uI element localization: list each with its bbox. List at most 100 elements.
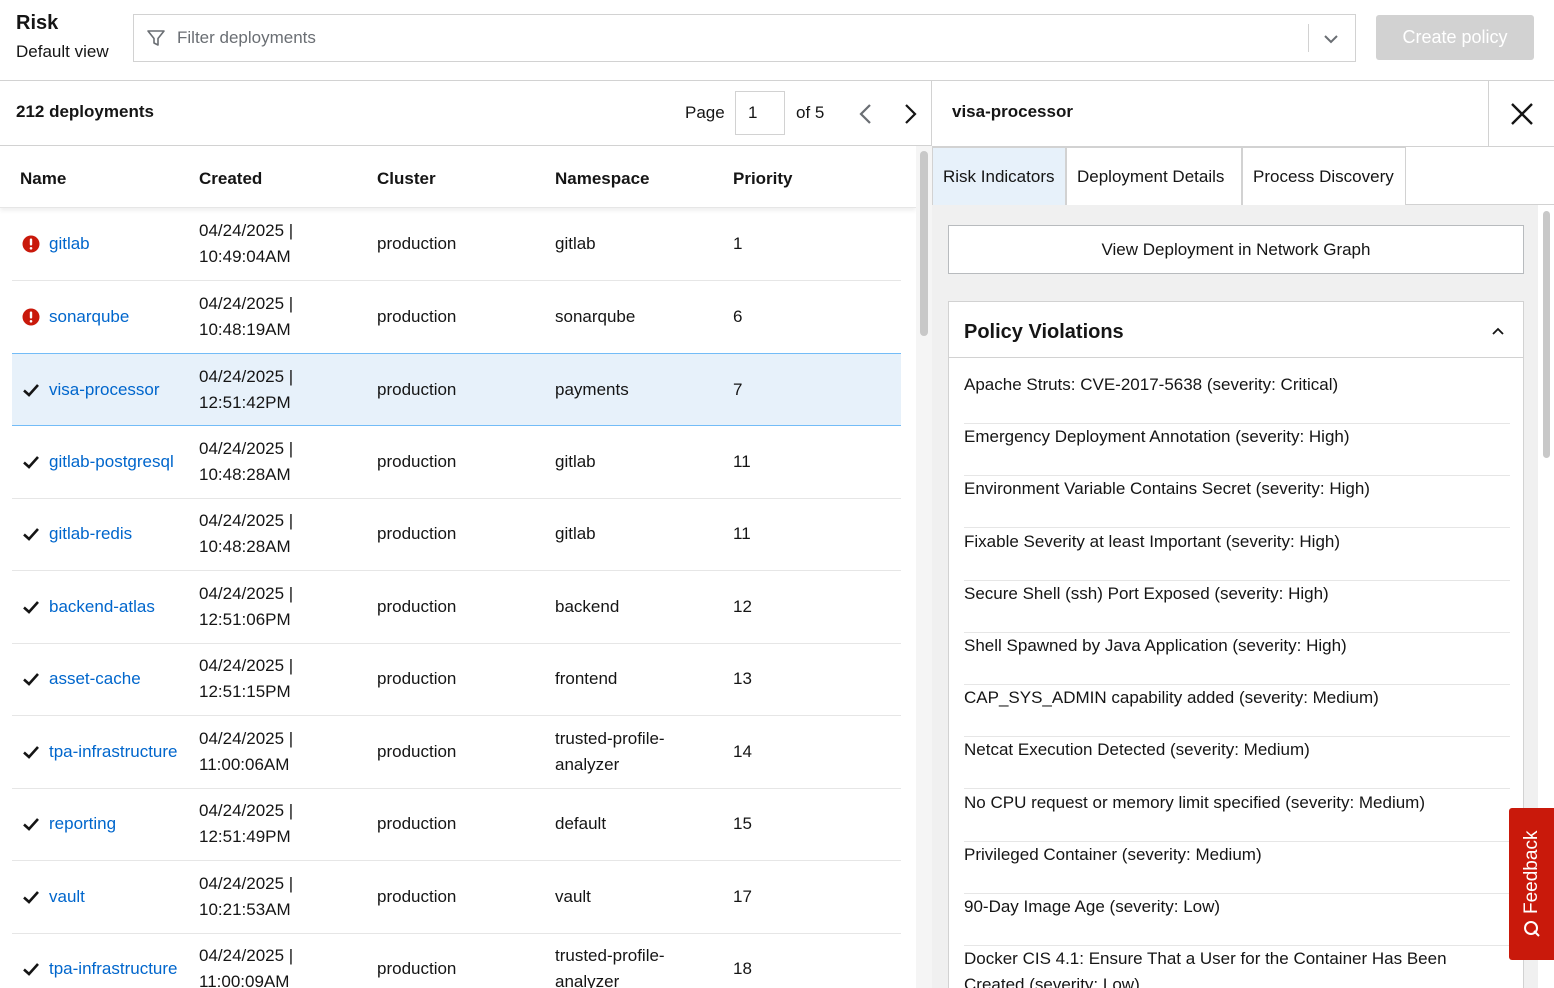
created-time: 12:51:42PM (199, 393, 291, 412)
policy-violation-item: Apache Struts: CVE-2017-5638 (severity: … (964, 372, 1510, 424)
policy-violation-item: Emergency Deployment Annotation (severit… (964, 424, 1510, 477)
chevron-down-icon[interactable] (1322, 30, 1340, 48)
created-time: 10:48:28AM (199, 464, 291, 484)
page-title: Risk (16, 12, 59, 34)
created-date: 04/24/2025 | (199, 873, 294, 893)
deployment-name-link[interactable]: tpa-infrastructure (49, 959, 178, 979)
namespace-cell: default (555, 814, 607, 833)
page-total: of 5 (796, 103, 825, 122)
table-row[interactable]: tpa-infrastructure 04/24/2025 | 11:00:09AM… (12, 933, 901, 988)
next-page-button[interactable] (898, 101, 922, 127)
priority-cell: 13 (733, 669, 752, 688)
table-row[interactable]: asset-cache 04/24/2025 | 12:51:15PM product… (12, 643, 901, 716)
deployment-name-link[interactable]: reporting (49, 814, 116, 834)
check-icon (23, 455, 39, 469)
policy-violation-item: Shell Spawned by Java Application (sever… (964, 633, 1510, 685)
filter-input[interactable] (177, 25, 1277, 51)
table-row[interactable]: tpa-infrastructure 04/24/2025 | 11:00:06AM… (12, 716, 901, 789)
policy-violation-item: CAP_SYS_ADMIN capability added (severity… (964, 685, 1510, 738)
policy-violations-header[interactable]: Policy Violations (949, 302, 1523, 358)
table-row[interactable]: visa-processor 04/24/2025 | 12:51:42PM prod… (12, 353, 901, 426)
cluster-cell: production (377, 596, 457, 616)
deployment-name-link[interactable]: gitlab (49, 234, 90, 254)
column-header-namespace[interactable]: Namespace (555, 169, 650, 189)
namespace-cell: sonarqube (555, 306, 636, 326)
table-row[interactable]: gitlab-redis 04/24/2025 | 10:48:28AM produc… (12, 498, 901, 571)
check-icon (23, 963, 39, 976)
page-number-input[interactable] (735, 91, 785, 135)
created-cell: 04/24/2025 | 11:00:06AM (199, 726, 369, 778)
table-row[interactable]: vault 04/24/2025 | 10:21:53AM production vau… (12, 861, 901, 934)
page-label: Page (685, 103, 725, 122)
column-header-name[interactable]: Name (20, 169, 66, 189)
deployment-drawer: visa-processor Risk Indicators Deploymen… (932, 81, 1554, 988)
deployment-name-link[interactable]: gitlab-postgresql (49, 452, 174, 472)
table-scrollbar-thumb[interactable] (920, 151, 928, 336)
namespace-cell: vault (555, 886, 591, 906)
filter-bar[interactable] (133, 14, 1356, 62)
deployment-name-link[interactable]: vault (49, 887, 85, 907)
table-row[interactable]: gitlab 04/24/2025 | 10:49:04AM production gi… (12, 208, 901, 281)
created-time: 10:21:53AM (199, 899, 291, 919)
priority-cell: 12 (733, 596, 752, 616)
create-policy-button[interactable]: Create policy (1376, 15, 1534, 60)
created-date: 04/24/2025 | (199, 801, 294, 820)
deployment-name-link[interactable]: tpa-infrastructure (49, 742, 178, 762)
cluster-cell: production (377, 380, 457, 399)
list-toolbar: 212 deployments Page of 5 (0, 81, 932, 146)
created-time: 12:51:49PM (199, 827, 291, 846)
cluster-cell: production (377, 669, 457, 688)
cluster-cell: production (377, 886, 457, 906)
deployment-name-link[interactable]: gitlab-redis (49, 524, 132, 544)
column-header-created[interactable]: Created (199, 169, 262, 189)
namespace-cell: backend (555, 596, 620, 616)
created-cell: 04/24/2025 | 10:48:19AM (199, 291, 369, 343)
table-row[interactable]: sonarqube 04/24/2025 | 10:48:19AM productio… (12, 281, 901, 354)
cluster-cell: production (377, 234, 457, 253)
created-date: 04/24/2025 | (199, 221, 294, 240)
deployments-panel: 212 deployments Page of 5 Name Created C… (0, 81, 932, 988)
policy-violation-item: Secure Shell (ssh) Port Exposed (severit… (964, 581, 1510, 633)
created-date: 04/24/2025 | (199, 511, 294, 530)
policy-violation-item: No CPU request or memory limit specified… (964, 790, 1510, 842)
feedback-button[interactable]: Feedback (1509, 808, 1554, 960)
deployment-name-link[interactable]: backend-atlas (49, 597, 155, 617)
chevron-up-icon[interactable] (1490, 323, 1506, 339)
drawer-title: visa-processor (952, 102, 1073, 121)
deployment-name-link[interactable]: sonarqube (49, 307, 129, 327)
policy-violation-item: Netcat Execution Detected (severity: Med… (964, 737, 1510, 790)
table-row[interactable]: backend-atlas 04/24/2025 | 12:51:06PM produ… (12, 571, 901, 644)
table-row[interactable]: reporting 04/24/2025 | 12:51:49PM productio… (12, 788, 901, 861)
drawer-scrollbar-thumb[interactable] (1543, 211, 1550, 458)
policy-violation-item: 90-Day Image Age (severity: Low) (964, 894, 1510, 946)
drawer-close-divider (1488, 81, 1489, 146)
column-header-priority[interactable]: Priority (733, 169, 793, 189)
policy-violations-title: Policy Violations (964, 321, 1124, 343)
created-date: 04/24/2025 | (199, 293, 294, 313)
created-date: 04/24/2025 | (199, 367, 294, 386)
created-cell: 04/24/2025 | 12:51:06PM (199, 581, 369, 633)
tab-risk-indicators[interactable]: Risk Indicators (932, 147, 1066, 205)
deployment-name-link[interactable]: visa-processor (49, 380, 160, 400)
cluster-cell: production (377, 814, 457, 833)
close-icon[interactable] (1509, 101, 1535, 127)
tab-process-discovery[interactable]: Process Discovery (1242, 147, 1406, 205)
table-header: Name Created Cluster Namespace Priority (0, 146, 916, 208)
created-date: 04/24/2025 | (199, 438, 294, 458)
tab-deployment-details[interactable]: Deployment Details (1066, 147, 1242, 205)
created-date: 04/24/2025 | (199, 946, 294, 965)
column-header-cluster[interactable]: Cluster (377, 169, 436, 189)
priority-cell: 7 (733, 380, 743, 399)
previous-page-button[interactable] (854, 101, 878, 127)
table-row[interactable]: gitlab-postgresql 04/24/2025 | 10:48:28AM p… (12, 426, 901, 499)
namespace-cell: trusted-profile-analyzer (555, 728, 665, 774)
deployments-table: gitlab 04/24/2025 | 10:49:04AM production gi… (12, 208, 901, 988)
priority-cell: 17 (733, 886, 752, 906)
check-icon (23, 818, 39, 831)
page-header: Risk Default view Create policy (0, 0, 1554, 81)
drawer-tabs: Risk Indicators Deployment Details Proce… (932, 147, 1554, 205)
deployment-name-link[interactable]: asset-cache (49, 669, 141, 689)
created-cell: 04/24/2025 | 12:51:49PM (199, 798, 369, 850)
created-time: 12:51:06PM (199, 609, 291, 629)
view-in-network-graph-button[interactable]: View Deployment in Network Graph (948, 225, 1524, 274)
